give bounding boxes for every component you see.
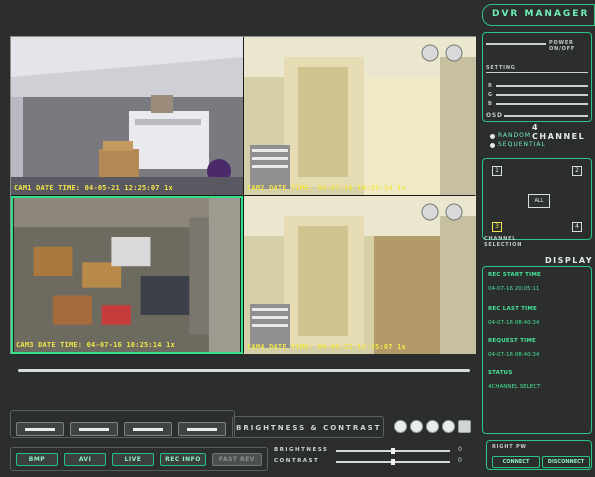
channel-section-title: 4 CHANNEL [532, 123, 586, 141]
setting-label: SETTING [486, 65, 516, 71]
osd-slider[interactable] [504, 115, 588, 117]
color-icon[interactable] [426, 420, 439, 433]
avi-button[interactable]: AVI [64, 453, 106, 466]
b-label: B [488, 101, 493, 107]
camera-view-1[interactable]: CAM1 DATE TIME: 04-05-21 12:25:07 1x [11, 37, 243, 195]
live-button[interactable]: LIVE [112, 453, 154, 466]
fast-rev-button[interactable]: FAST REV [212, 453, 262, 466]
r-slider[interactable] [496, 85, 588, 87]
tools-icon[interactable] [458, 420, 471, 433]
fast-forward-button[interactable] [178, 422, 226, 436]
camera-4-osd: CAM4 DATE TIME: 04-05-21 12:25:07 1x [247, 343, 406, 351]
tool-icons [392, 418, 476, 436]
rec-last-label: REC LAST TIME [488, 306, 537, 312]
brightness-label: BRIGHTNESS [274, 447, 329, 453]
r-label: R [488, 83, 493, 89]
random-radio[interactable] [490, 134, 495, 139]
camera-view-2[interactable]: CAM2 DATE TIME: 04-07-16 10:25:14 1x [244, 37, 476, 195]
camera-view-3[interactable]: CAM3 DATE TIME: 04-07-16 10:25:14 1x [11, 196, 243, 354]
bmp-button[interactable]: BMP [16, 453, 58, 466]
channel-3-button[interactable]: 3 [492, 222, 502, 232]
capture-icon[interactable] [394, 420, 407, 433]
status-value: 4CHANNEL SELECT [488, 384, 541, 390]
request-time-value: 04-07-16 08:40:34 [488, 352, 540, 358]
contrast-slider[interactable] [336, 459, 450, 465]
dvr-manager-window: CAM1 DATE TIME: 04-05-21 12:25:07 1x CAM… [0, 0, 595, 477]
setting-divider [486, 72, 588, 73]
camera-4-image [244, 196, 476, 354]
channel-2-button[interactable]: 2 [572, 166, 582, 176]
camera-3-osd: CAM3 DATE TIME: 04-07-16 10:25:14 1x [16, 341, 175, 349]
rec-last-value: 04-07-16 08:40:34 [488, 320, 540, 326]
contrast-label: CONTRAST [274, 458, 320, 464]
camera-1-image [11, 37, 243, 195]
g-slider[interactable] [496, 94, 588, 96]
display-section-title: DISPLAY [545, 256, 594, 265]
sequential-radio-label: SEQUENTIAL [498, 141, 546, 148]
channel-selection-label: CHANNEL SELECTION [484, 236, 523, 248]
step-back-button[interactable] [70, 422, 118, 436]
brightness-slider[interactable] [336, 448, 450, 454]
power-toggle-label[interactable]: POWER ON/OFF [549, 40, 595, 52]
status-label: STATUS [488, 370, 513, 376]
camera-grid: CAM1 DATE TIME: 04-05-21 12:25:07 1x CAM… [10, 36, 476, 354]
osd-label: OSD [486, 112, 503, 119]
camera-view-4[interactable]: CAM4 DATE TIME: 04-05-21 12:25:07 1x [244, 196, 476, 354]
brightness-slider-knob[interactable] [391, 448, 395, 454]
g-label: G [488, 92, 493, 98]
remote-label: RIGHT PW [492, 444, 527, 450]
channel-4-button[interactable]: 4 [572, 222, 582, 232]
b-slider[interactable] [496, 103, 588, 105]
camera-3-image [13, 198, 241, 352]
rewind-button[interactable] [16, 422, 64, 436]
playback-scrubber[interactable] [18, 369, 470, 372]
camera-2-image [244, 37, 476, 195]
channel-1-button[interactable]: 1 [492, 166, 502, 176]
power-line [486, 43, 546, 45]
disconnect-button[interactable]: DISCONNECT [542, 456, 590, 468]
contrast-slider-knob[interactable] [391, 459, 395, 465]
brightness-value: 0 [458, 446, 462, 453]
audio-icon[interactable] [442, 420, 455, 433]
zoom-icon[interactable] [410, 420, 423, 433]
sequential-radio[interactable] [490, 143, 495, 148]
play-button[interactable] [124, 422, 172, 436]
camera-1-osd: CAM1 DATE TIME: 04-05-21 12:25:07 1x [14, 184, 173, 192]
all-channels-button[interactable]: ALL [528, 194, 550, 208]
rec-start-value: 04-07-16 20:05:11 [488, 286, 540, 292]
contrast-value: 0 [458, 457, 462, 464]
request-time-label: REQUEST TIME [488, 338, 536, 344]
app-title: DVR MANAGER [492, 9, 590, 19]
brightness-contrast-title: BRIGHTNESS & CONTRAST [236, 424, 382, 432]
rec-start-label: REC START TIME [488, 272, 541, 278]
random-radio-label: RANDOM [498, 132, 532, 139]
connect-button[interactable]: CONNECT [492, 456, 540, 468]
rec-info-button[interactable]: REC INFO [160, 453, 206, 466]
camera-2-osd: CAM2 DATE TIME: 04-07-16 10:25:14 1x [247, 184, 406, 192]
